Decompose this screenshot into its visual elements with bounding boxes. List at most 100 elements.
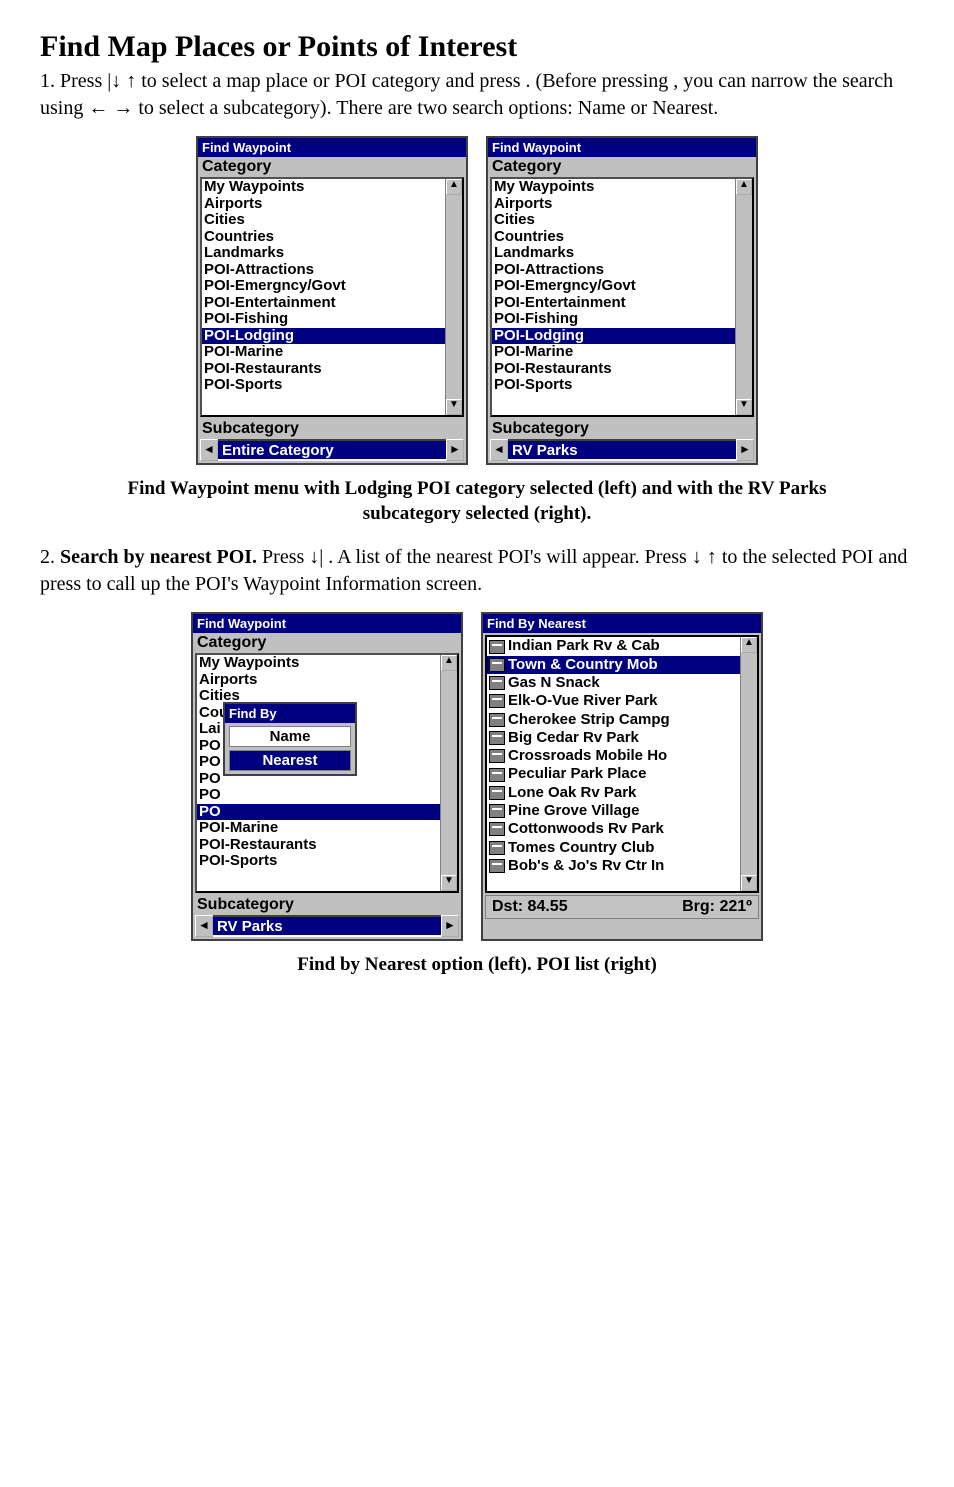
chevron-right-icon[interactable]: ► [441, 915, 459, 937]
list-item[interactable]: POI-Sports [202, 377, 462, 394]
list-item[interactable]: POI-Marine [202, 344, 462, 361]
scroll-up-icon[interactable]: ▲ [741, 637, 757, 653]
list-item[interactable]: POI-Restaurants [492, 361, 752, 378]
list-item[interactable]: My Waypoints [197, 655, 457, 672]
category-list[interactable]: My WaypointsAirportsCitiesCountriesLandm… [490, 177, 754, 417]
scroll-down-icon[interactable]: ▼ [741, 875, 757, 891]
distance-readout: Dst: 84.55 [492, 898, 568, 916]
chevron-left-icon[interactable]: ◄ [490, 439, 508, 461]
poi-icon [489, 640, 505, 654]
list-item[interactable]: POI-Restaurants [197, 837, 457, 854]
window-title: Find By Nearest [483, 614, 761, 633]
find-by-popup: Find By NameNearest [223, 702, 357, 776]
chevron-right-icon[interactable]: ► [446, 439, 464, 461]
poi-icon [489, 786, 505, 800]
list-item[interactable]: Big Cedar Rv Park [487, 729, 757, 747]
scroll-up-icon[interactable]: ▲ [446, 179, 462, 195]
list-item[interactable]: Elk-O-Vue River Park [487, 692, 757, 710]
list-item[interactable]: POI-Lodging [202, 328, 462, 345]
list-item[interactable]: Pine Grove Village [487, 802, 757, 820]
list-item[interactable]: Gas N Snack [487, 674, 757, 692]
scroll-up-icon[interactable]: ▲ [441, 655, 457, 671]
scrollbar[interactable]: ▲ ▼ [445, 179, 462, 415]
poi-icon [489, 804, 505, 818]
list-item-label: Big Cedar Rv Park [508, 729, 639, 747]
list-item-label: Indian Park Rv & Cab [508, 637, 660, 655]
chevron-left-icon[interactable]: ◄ [200, 439, 218, 461]
list-item[interactable]: Cities [492, 212, 752, 229]
nearest-results-list[interactable]: Indian Park Rv & CabTown & Country MobGa… [485, 635, 759, 893]
step-2-paragraph: 2. Search by nearest POI. Press ↓| . A l… [40, 544, 914, 598]
list-item[interactable]: POI-Attractions [202, 262, 462, 279]
subcategory-selector[interactable]: ◄ Entire Category ► [200, 439, 464, 461]
list-item[interactable]: Crossroads Mobile Ho [487, 747, 757, 765]
step-2-bold: Search by nearest POI. [60, 546, 257, 568]
list-item-label: Crossroads Mobile Ho [508, 747, 667, 765]
list-item[interactable]: POI-Marine [492, 344, 752, 361]
find-waypoint-left: Find Waypoint Category My WaypointsAirpo… [196, 136, 468, 465]
list-item[interactable]: Landmarks [492, 245, 752, 262]
poi-icon [489, 676, 505, 690]
step-1-prefix: 1. Press [40, 70, 107, 92]
category-label: Category [198, 157, 466, 177]
category-label: Category [488, 157, 756, 177]
chevron-right-icon[interactable]: ► [736, 439, 754, 461]
caption-1: Find Waypoint menu with Lodging POI cate… [77, 477, 877, 526]
list-item[interactable]: Countries [492, 229, 752, 246]
list-item[interactable]: POI-Emergncy/Govt [492, 278, 752, 295]
list-item[interactable]: POI-Lodging [492, 328, 752, 345]
popup-option[interactable]: Nearest [229, 750, 351, 771]
list-item[interactable]: My Waypoints [202, 179, 462, 196]
list-item[interactable]: POI-Entertainment [492, 295, 752, 312]
list-item[interactable]: Cities [202, 212, 462, 229]
scroll-up-icon[interactable]: ▲ [736, 179, 752, 195]
list-item[interactable]: Airports [197, 672, 457, 689]
list-item[interactable]: Cherokee Strip Campg [487, 711, 757, 729]
subcategory-selector[interactable]: ◄ RV Parks ► [195, 915, 459, 937]
list-item[interactable]: PO [197, 787, 457, 804]
step-1-text: |↓ ↑ to select a map place or POI catego… [40, 70, 893, 119]
list-item[interactable]: Countries [202, 229, 462, 246]
status-bar: Dst: 84.55 Brg: 221º [485, 895, 759, 919]
list-item[interactable]: Tomes Country Club [487, 839, 757, 857]
list-item[interactable]: Airports [492, 196, 752, 213]
popup-option[interactable]: Name [229, 726, 351, 747]
chevron-left-icon[interactable]: ◄ [195, 915, 213, 937]
list-item[interactable]: POI-Sports [492, 377, 752, 394]
list-item[interactable]: Airports [202, 196, 462, 213]
list-item[interactable]: Landmarks [202, 245, 462, 262]
category-list[interactable]: My WaypointsAirportsCitiesCountriesLandm… [200, 177, 464, 417]
caption-2: Find by Nearest option (left). POI list … [77, 953, 877, 978]
list-item[interactable]: Peculiar Park Place [487, 765, 757, 783]
list-item[interactable]: PO [197, 804, 457, 821]
list-item-label: Elk-O-Vue River Park [508, 692, 658, 710]
poi-icon [489, 713, 505, 727]
list-item[interactable]: POI-Sports [197, 853, 457, 870]
list-item[interactable]: Bob's & Jo's Rv Ctr In [487, 857, 757, 875]
scrollbar[interactable]: ▲ ▼ [440, 655, 457, 891]
scroll-down-icon[interactable]: ▼ [446, 399, 462, 415]
list-item[interactable]: Lone Oak Rv Park [487, 784, 757, 802]
list-item[interactable]: Cottonwoods Rv Park [487, 820, 757, 838]
subcategory-selector[interactable]: ◄ RV Parks ► [490, 439, 754, 461]
list-item[interactable]: POI-Fishing [202, 311, 462, 328]
list-item[interactable]: POI-Entertainment [202, 295, 462, 312]
scrollbar[interactable]: ▲ ▼ [735, 179, 752, 415]
poi-icon [489, 694, 505, 708]
list-item[interactable]: POI-Attractions [492, 262, 752, 279]
list-item[interactable]: My Waypoints [492, 179, 752, 196]
list-item[interactable]: POI-Fishing [492, 311, 752, 328]
subcategory-value: RV Parks [508, 439, 736, 461]
list-item[interactable]: Indian Park Rv & Cab [487, 637, 757, 655]
page-title: Find Map Places or Points of Interest [40, 30, 914, 64]
list-item[interactable]: Town & Country Mob [487, 656, 757, 674]
list-item-label: Town & Country Mob [508, 656, 658, 674]
list-item[interactable]: POI-Emergncy/Govt [202, 278, 462, 295]
poi-icon [489, 658, 505, 672]
list-item[interactable]: POI-Restaurants [202, 361, 462, 378]
scrollbar[interactable]: ▲ ▼ [740, 637, 757, 891]
scroll-down-icon[interactable]: ▼ [736, 399, 752, 415]
subcategory-value: Entire Category [218, 439, 446, 461]
scroll-down-icon[interactable]: ▼ [441, 875, 457, 891]
list-item[interactable]: POI-Marine [197, 820, 457, 837]
